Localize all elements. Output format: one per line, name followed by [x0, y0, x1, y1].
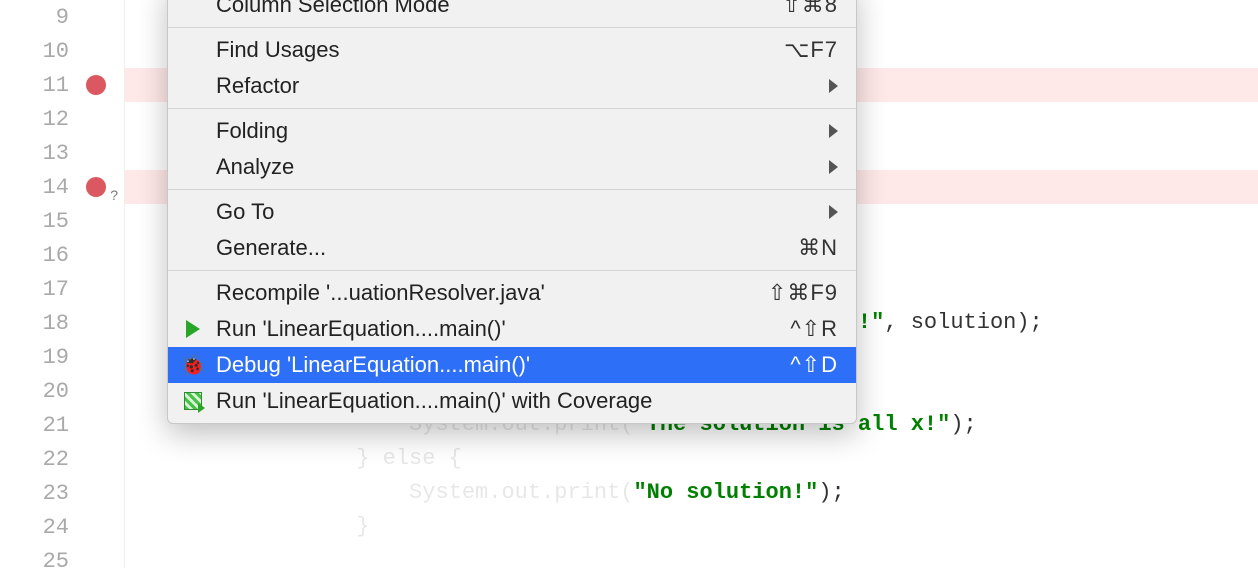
menu-item-col-sel[interactable]: Column Selection Mode ⇧⌘8	[168, 0, 856, 23]
menu-item-label: Recompile '...uationResolver.java'	[216, 280, 756, 306]
gutter-line[interactable]: 14	[0, 170, 124, 204]
menu-item-label: Debug 'LinearEquation....main()'	[216, 352, 778, 378]
menu-item-label: Analyze	[216, 154, 817, 180]
gutter-line[interactable]: 19	[0, 340, 124, 374]
gutter-line[interactable]: 21	[0, 408, 124, 442]
menu-item-folding[interactable]: Folding	[168, 113, 856, 149]
gutter-line[interactable]: 24	[0, 510, 124, 544]
submenu-arrow-icon	[829, 160, 838, 174]
run-icon	[182, 318, 204, 340]
submenu-arrow-icon	[829, 124, 838, 138]
gutter-line[interactable]: 9	[0, 0, 124, 34]
menu-item-analyze[interactable]: Analyze	[168, 149, 856, 185]
menu-shortcut: ^⇧R	[790, 316, 838, 342]
gutter-line[interactable]: 22	[0, 442, 124, 476]
menu-item-find-usages[interactable]: Find Usages ⌥F7	[168, 32, 856, 68]
menu-item-goto[interactable]: Go To	[168, 194, 856, 230]
gutter-line[interactable]: 12	[0, 102, 124, 136]
gutter-line[interactable]: 20	[0, 374, 124, 408]
bug-icon: 🐞	[182, 354, 204, 376]
gutter-line[interactable]: 15	[0, 204, 124, 238]
gutter-line[interactable]: 17	[0, 272, 124, 306]
gutter-line[interactable]: 16	[0, 238, 124, 272]
gutter-line[interactable]: 23	[0, 476, 124, 510]
coverage-icon	[182, 390, 204, 412]
menu-separator	[168, 189, 856, 190]
code-line[interactable]: }	[125, 510, 1258, 544]
menu-item-coverage[interactable]: Run 'LinearEquation....main()' with Cove…	[168, 383, 856, 419]
menu-shortcut: ^⇧D	[790, 352, 838, 378]
menu-item-run[interactable]: Run 'LinearEquation....main()' ^⇧R	[168, 311, 856, 347]
menu-item-debug[interactable]: 🐞 Debug 'LinearEquation....main()' ^⇧D	[168, 347, 856, 383]
breakpoint-conditional-icon[interactable]	[86, 177, 106, 197]
string-literal: "No solution!"	[633, 480, 818, 505]
gutter: 910111213141516171819202122232425	[0, 0, 125, 568]
code-line[interactable]	[125, 544, 1258, 578]
menu-item-label: Find Usages	[216, 37, 772, 63]
menu-item-label: Run 'LinearEquation....main()'	[216, 316, 778, 342]
code-line[interactable]: System.out.print("No solution!");	[125, 476, 1258, 510]
menu-shortcut: ⇧⌘F9	[768, 280, 838, 306]
menu-shortcut: ⇧⌘8	[782, 0, 838, 18]
menu-item-recompile[interactable]: Recompile '...uationResolver.java' ⇧⌘F9	[168, 275, 856, 311]
code-line[interactable]: } else {	[125, 442, 1258, 476]
context-menu: Column Selection Mode ⇧⌘8 Find Usages ⌥F7 Re…	[167, 0, 857, 424]
menu-item-label: Go To	[216, 199, 817, 225]
breakpoint-icon[interactable]	[86, 75, 106, 95]
gutter-line[interactable]: 25	[0, 544, 124, 578]
menu-shortcut: ⌘N	[798, 235, 838, 261]
menu-item-refactor[interactable]: Refactor	[168, 68, 856, 104]
menu-item-generate[interactable]: Generate... ⌘N	[168, 230, 856, 266]
menu-item-label: Folding	[216, 118, 817, 144]
submenu-arrow-icon	[829, 79, 838, 93]
gutter-line[interactable]: 18	[0, 306, 124, 340]
gutter-line[interactable]: 10	[0, 34, 124, 68]
menu-item-label: Run 'LinearEquation....main()' with Cove…	[216, 388, 838, 414]
menu-item-label: Generate...	[216, 235, 786, 261]
menu-separator	[168, 270, 856, 271]
menu-separator	[168, 108, 856, 109]
menu-item-label: Column Selection Mode	[216, 0, 770, 18]
gutter-line[interactable]: 13	[0, 136, 124, 170]
gutter-line[interactable]: 11	[0, 68, 124, 102]
menu-separator	[168, 27, 856, 28]
submenu-arrow-icon	[829, 205, 838, 219]
menu-shortcut: ⌥F7	[784, 37, 838, 63]
menu-item-label: Refactor	[216, 73, 817, 99]
